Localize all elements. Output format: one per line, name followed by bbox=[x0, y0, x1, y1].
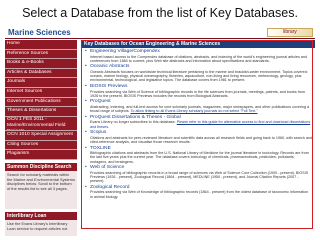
database-link-compendex[interactable]: Engineering Village/Compendex bbox=[90, 49, 160, 54]
key-databases-heading: Key Databases for Ocean Engineering & Ma… bbox=[81, 40, 315, 48]
interlibrary-loan-box: Interlibrary Loan Use the Evans Library'… bbox=[5, 212, 77, 237]
sidebar-item-books[interactable]: Books & e-Books bbox=[5, 59, 77, 69]
database-link-proquest-dissertations[interactable]: ProQuest Dissertations & Theses - Global bbox=[90, 115, 181, 120]
database-link-zoological-record[interactable]: Zoological Record bbox=[90, 185, 129, 190]
database-link-oceanic-abstracts[interactable]: Oceanic Abstracts bbox=[90, 64, 129, 69]
library-logo: library bbox=[267, 28, 313, 37]
database-description: Citations and abstracts for peer-reviewe… bbox=[90, 135, 312, 145]
sidebar-item-plagiarism[interactable]: Plagiarism bbox=[5, 150, 77, 161]
sidebar-item-field-projects[interactable]: OCN 1 FES 2011 - Marine/Environmental Fi… bbox=[5, 116, 77, 132]
sidebar-item-journals[interactable]: Journals bbox=[5, 78, 77, 88]
sidebar: Home Reference Sources Books & e-Books A… bbox=[5, 40, 77, 237]
proquest-note-link[interactable]: To allow linking to all Evans Library sc… bbox=[131, 109, 258, 113]
database-item: • Scopus Citations and abstracts for peer… bbox=[85, 130, 312, 144]
database-link-toxline[interactable]: TOXLINE bbox=[90, 146, 111, 151]
database-list: • Engineering Village/Compendex Internet … bbox=[81, 48, 315, 199]
database-item: • Zoological Record Provides searching vi… bbox=[85, 185, 312, 199]
page-banner: Marine Sciences library bbox=[5, 27, 315, 39]
database-item: • ProQuest Abstracting, indexing, and ful… bbox=[85, 99, 312, 113]
database-description: Evans Library no longer subscribes to th… bbox=[90, 120, 311, 129]
sidebar-item-theses[interactable]: Theses & Dissertations bbox=[5, 107, 77, 117]
database-item: • Engineering Village/Compendex Internet … bbox=[85, 49, 312, 63]
interlibrary-loan-description: Use the Evans Library's Interlibrary Loa… bbox=[5, 220, 77, 237]
sidebar-item-home[interactable]: Home bbox=[5, 40, 77, 50]
database-item: • TOXLINE Bibliographic citations and abs… bbox=[85, 146, 312, 164]
database-description: Provides searching via Web of Science of… bbox=[90, 89, 306, 98]
database-description: Provides searching via Web of Knowledge … bbox=[90, 190, 309, 199]
sidebar-item-reference-sources[interactable]: Reference Sources bbox=[5, 49, 77, 60]
sidebar-item-internet-sources[interactable]: Internet Sources bbox=[5, 87, 77, 98]
summon-search-box: Summon Discipline Search Search for scho… bbox=[5, 163, 77, 210]
database-item: • Oceanic Abstracts Oceanic Abstracts foc… bbox=[85, 64, 312, 82]
sidebar-item-citing-sources[interactable]: Citing Sources bbox=[5, 140, 77, 151]
database-link-biosis[interactable]: BIOSIS Previews bbox=[90, 84, 128, 89]
database-link-scopus[interactable]: Scopus bbox=[90, 130, 106, 135]
sidebar-item-government-publications[interactable]: Government Publications bbox=[5, 97, 77, 108]
database-link-web-of-science[interactable]: Web of Science bbox=[90, 165, 124, 170]
database-item: • BIOSIS Previews Provides searching via … bbox=[85, 84, 312, 98]
slide-title: Select a Database from the list of Key D… bbox=[22, 6, 298, 20]
database-link-proquest[interactable]: ProQuest bbox=[90, 99, 111, 104]
database-description: Oceanic Abstracts focuses on worldwide t… bbox=[90, 69, 308, 83]
summon-search-description: Search for scholarly materials within th… bbox=[5, 171, 77, 210]
database-item: • Web of Science Provides searching of bi… bbox=[85, 165, 312, 183]
key-databases-panel: Key Databases for Ocean Engineering & Ma… bbox=[81, 40, 315, 237]
database-item: • ProQuest Dissertations & Theses - Globa… bbox=[85, 115, 312, 129]
database-description: Bibliographic citations and abstracts fr… bbox=[90, 151, 309, 164]
database-description: Internet based access to the Compendex d… bbox=[90, 54, 307, 63]
database-description: Provides searching of bibliographic reco… bbox=[90, 170, 309, 184]
database-description: Abstracting, indexing, and full-text acc… bbox=[90, 105, 310, 114]
sidebar-item-articles-databases[interactable]: Articles & Databases bbox=[5, 68, 77, 79]
sidebar-item-special-assignment[interactable]: OCN 1010 Special Assignment bbox=[5, 131, 77, 141]
summon-search-heading: Summon Discipline Search bbox=[5, 163, 77, 172]
library-guide-page: Marine Sciences library Home Reference S… bbox=[5, 27, 315, 237]
interlibrary-loan-heading: Interlibrary Loan bbox=[5, 212, 77, 221]
page-title: Marine Sciences bbox=[8, 28, 71, 37]
